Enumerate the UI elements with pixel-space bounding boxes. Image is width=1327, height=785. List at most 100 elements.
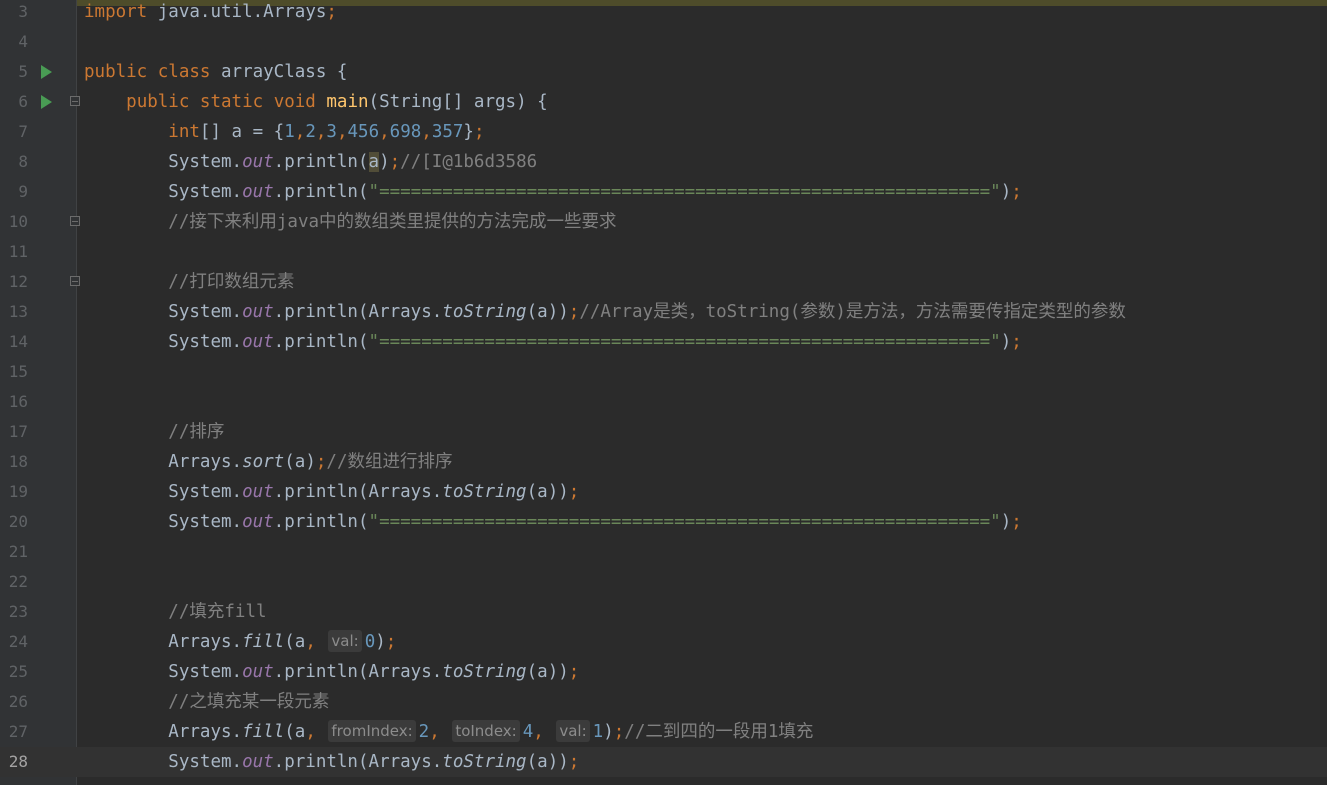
code-identifier: main (326, 92, 369, 112)
code-identifier: Arrays (368, 302, 432, 322)
code-content: System.out.println("====================… (84, 177, 1022, 207)
code-punctuation: , (305, 632, 316, 652)
code-identifier: toString (442, 302, 527, 322)
line-number: 13 (8, 302, 28, 321)
code-identifier: System (168, 482, 232, 502)
code-line[interactable]: 4 (0, 27, 1327, 57)
code-identifier: a (537, 302, 548, 322)
code-text: . (231, 332, 243, 352)
code-text: ( (526, 752, 538, 772)
code-comment: //[I@1b6d3586 (400, 152, 538, 172)
code-identifier: a (368, 152, 380, 172)
line-number: 10 (8, 212, 28, 231)
line-number: 8 (18, 152, 28, 171)
line-number: 28 (8, 752, 28, 771)
code-identifier: println (284, 302, 358, 322)
code-line[interactable]: 23 //填充fill (0, 597, 1327, 627)
line-number: 5 (18, 62, 28, 81)
fold-icon[interactable] (70, 96, 80, 106)
code-text: . (231, 482, 243, 502)
run-icon[interactable] (41, 95, 52, 109)
parameter-hint: fromIndex: (328, 720, 416, 742)
code-line[interactable]: 14 System.out.println("=================… (0, 327, 1327, 357)
code-punctuation: ; (568, 752, 580, 772)
code-line[interactable]: 3 import java.util.Arrays; (0, 0, 1327, 27)
code-content: //接下来利用java中的数组类里提供的方法完成一些要求 (84, 207, 616, 237)
code-text: ) (1000, 512, 1012, 532)
code-identifier: int (168, 122, 200, 142)
code-line[interactable]: 27 Arrays.fill(a, fromIndex: 2, toIndex: 4… (0, 717, 1327, 747)
code-number: 2 (305, 122, 316, 142)
code-punctuation: ; (1011, 512, 1022, 532)
code-text: . (431, 482, 443, 502)
code-identifier: Arrays (168, 632, 232, 652)
code-line[interactable]: 19 System.out.println(Arrays.toString(a)… (0, 477, 1327, 507)
code-identifier: a (537, 482, 548, 502)
code-line[interactable]: 22 (0, 567, 1327, 597)
code-punctuation: , (315, 122, 327, 142)
code-line[interactable]: 5 public class arrayClass { (0, 57, 1327, 87)
code-content: System.out.println(Arrays.toString(a)); (84, 477, 579, 507)
code-line[interactable]: 6 public static void main(String[] args)… (0, 87, 1327, 117)
code-text: ( (357, 482, 369, 502)
code-text: . (273, 182, 285, 202)
code-line[interactable]: 16 (0, 387, 1327, 417)
code-identifier: Arrays (368, 482, 432, 502)
code-identifier: fill (242, 722, 285, 742)
code-punctuation: ; (1011, 182, 1022, 202)
code-text: . (273, 302, 285, 322)
code-identifier: sort (242, 452, 285, 472)
code-identifier: toString (442, 482, 527, 502)
code-text: ( (357, 332, 369, 352)
code-line[interactable]: 12 //打印数组元素 (0, 267, 1327, 297)
code-text: ) (603, 722, 614, 742)
code-number: 4 (522, 722, 534, 742)
code-line[interactable]: 11 (0, 237, 1327, 267)
line-number: 3 (18, 2, 28, 21)
code-content: System.out.println(Arrays.toString(a)); (84, 747, 579, 777)
code-text: ) (379, 152, 390, 172)
code-content: public class arrayClass { (84, 57, 347, 87)
code-line[interactable]: 13 System.out.println(Arrays.toString(a)… (0, 297, 1327, 327)
code-content: System.out.println("====================… (84, 327, 1022, 357)
code-line[interactable]: 15 (0, 357, 1327, 387)
code-line[interactable]: 18 Arrays.sort(a);//数组进行排序 (0, 447, 1327, 477)
code-identifier: println (284, 332, 358, 352)
code-line[interactable]: 24 Arrays.fill(a, val: 0); (0, 627, 1327, 657)
code-line[interactable]: 10 //接下来利用java中的数组类里提供的方法完成一些要求 (0, 207, 1327, 237)
code-line[interactable]: 8 System.out.println(a);//[I@1b6d3586 (0, 147, 1327, 177)
code-identifier: fill (242, 632, 285, 652)
run-icon[interactable] (41, 65, 52, 79)
code-text: ( (357, 512, 369, 532)
code-line[interactable]: 7 int[] a = {1,2,3,456,698,357}; (0, 117, 1327, 147)
code-line[interactable]: 17 //排序 (0, 417, 1327, 447)
code-text: ) (305, 452, 316, 472)
fold-icon[interactable] (70, 216, 80, 226)
code-text: . (231, 632, 243, 652)
code-text: ( (357, 302, 369, 322)
code-identifier: a (294, 632, 306, 652)
line-number: 27 (8, 722, 28, 741)
code-content: import java.util.Arrays; (84, 0, 337, 27)
code-punctuation: ; (1011, 332, 1022, 352)
code-text: . (231, 452, 243, 472)
fold-icon[interactable] (70, 276, 80, 286)
code-line[interactable]: 20 System.out.println("=================… (0, 507, 1327, 537)
code-line[interactable]: 28 System.out.println(Arrays.toString(a)… (0, 747, 1327, 777)
code-identifier: out (242, 662, 274, 682)
code-line[interactable]: 21 (0, 537, 1327, 567)
code-line[interactable]: 25 System.out.println(Arrays.toString(a)… (0, 657, 1327, 687)
code-text: { (326, 62, 348, 82)
code-line[interactable]: 26 //之填充某一段元素 (0, 687, 1327, 717)
code-line[interactable]: 9 System.out.println("==================… (0, 177, 1327, 207)
code-editor[interactable]: 3 import java.util.Arrays; 4 5 public class … (0, 0, 1327, 785)
code-identifier: println (284, 152, 358, 172)
code-text: . (431, 752, 443, 772)
